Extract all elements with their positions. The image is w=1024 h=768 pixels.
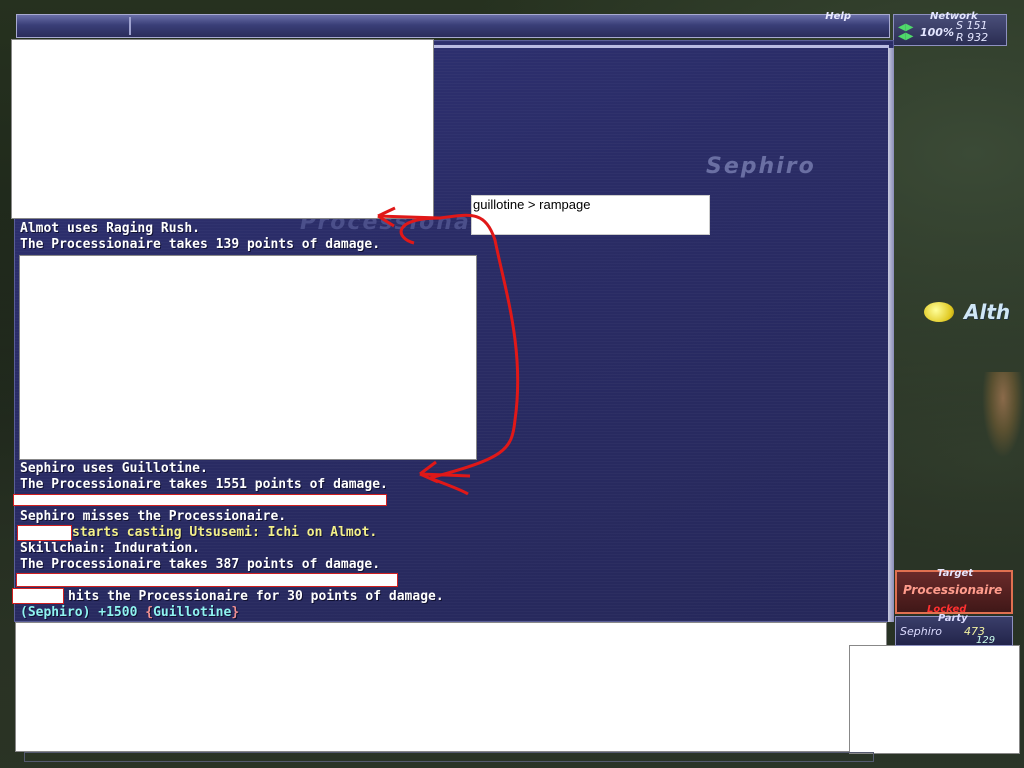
annotation-arrow-shaft <box>377 214 441 220</box>
annotation-arrows <box>377 206 520 496</box>
annotation-arrow-shaft <box>419 472 471 478</box>
annotation-arrow-path <box>399 213 520 496</box>
